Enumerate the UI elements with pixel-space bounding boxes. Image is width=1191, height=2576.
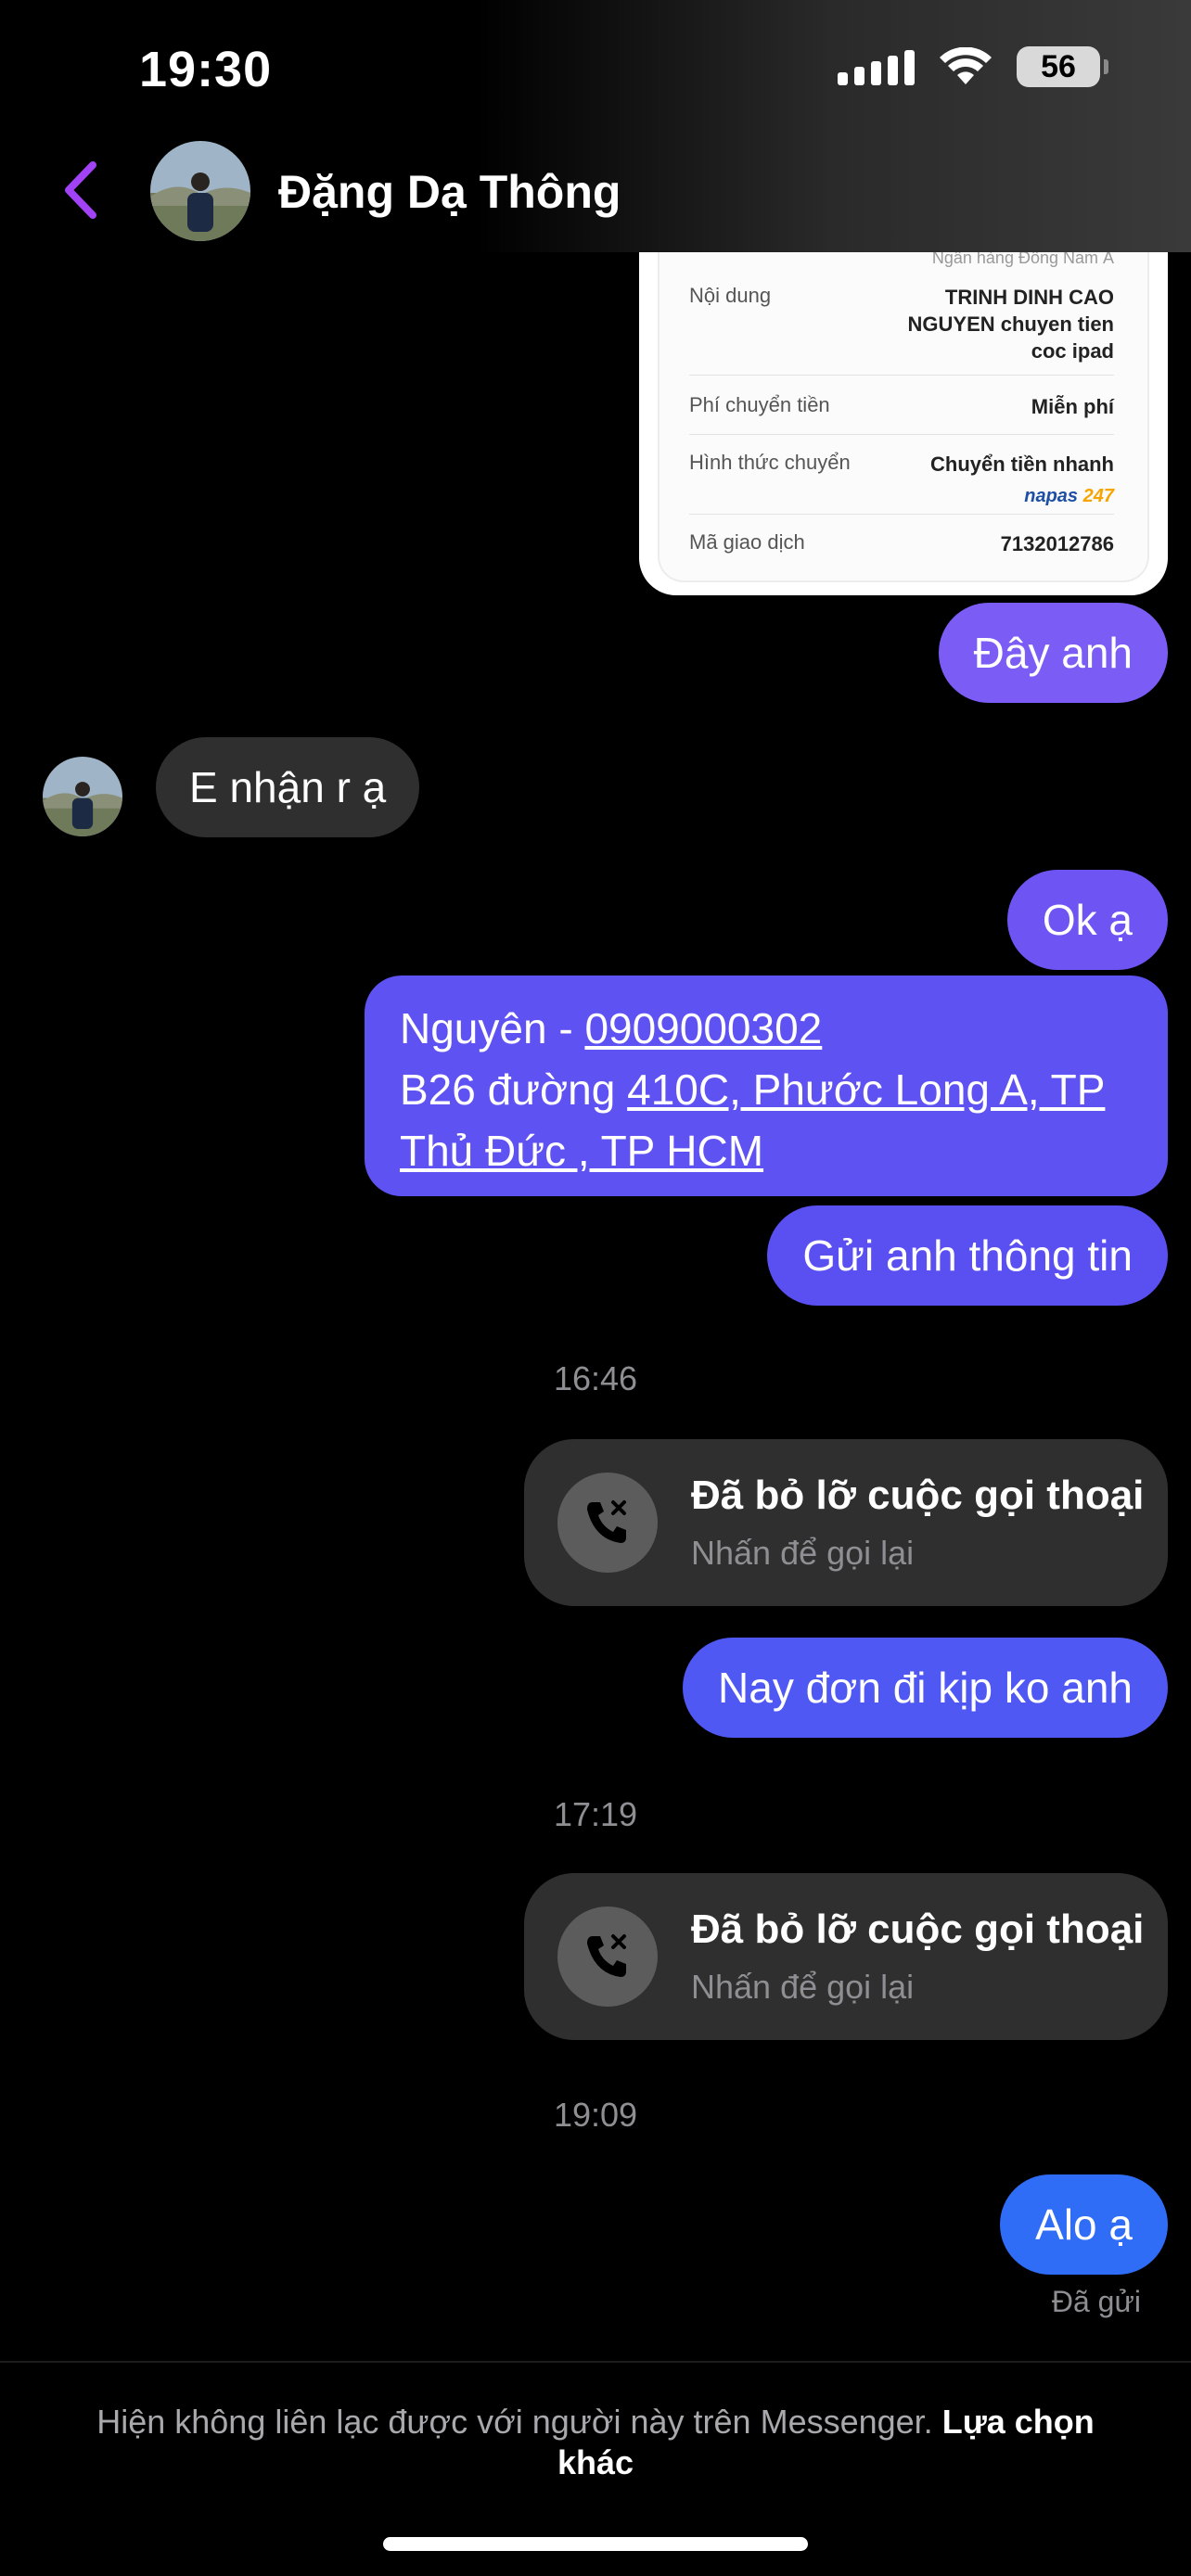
status-time: 19:30 (139, 42, 273, 97)
receipt-row-method: Hình thức chuyển Chuyển tiền nhanh (689, 451, 1114, 476)
chevron-left-icon (65, 161, 96, 219)
receipt-divider (689, 434, 1114, 435)
missed-call-card[interactable]: Đã bỏ lỡ cuộc gọi thoại Nhấn để gọi lại (524, 1873, 1168, 2040)
call-title: Đã bỏ lỡ cuộc gọi thoại (691, 1473, 1145, 1518)
avatar-photo (43, 757, 122, 836)
call-subtitle: Nhấn để gọi lại (691, 1534, 915, 1572)
receipt-card: Ngân hàng Đông Nam Á Nội dung TRINH DINH… (658, 252, 1149, 582)
phone-missed-icon (557, 1906, 658, 2007)
receipt-row-txn: Mã giao dịch 7132012786 (689, 530, 1114, 555)
timestamp: 19:09 (553, 2096, 638, 2134)
napas-logo: napas 247 (1024, 486, 1114, 506)
receipt-divider (689, 375, 1114, 376)
divider (0, 2361, 1191, 2363)
message-incoming[interactable]: E nhận r ạ (156, 737, 420, 837)
receipt-image[interactable]: Ngân hàng Đông Nam Á Nội dung TRINH DINH… (639, 252, 1168, 595)
contact-name[interactable]: Đặng Dạ Thông (278, 165, 621, 219)
message-outgoing-address[interactable]: Nguyên - 0909000302 B26 đường 410C, Phướ… (365, 976, 1168, 1196)
phone-link[interactable]: 0909000302 (584, 1004, 822, 1052)
phone-missed-icon (557, 1473, 658, 1573)
receipt-divider (689, 514, 1114, 515)
status-icons: 56 (838, 46, 1108, 87)
message-outgoing[interactable]: Alo ạ (1000, 2174, 1168, 2275)
call-title: Đã bỏ lỡ cuộc gọi thoại (691, 1906, 1145, 1952)
signal-icon (838, 48, 915, 85)
unavailable-notice: Hiện không liên lạc được với người này t… (96, 2403, 1095, 2481)
sender-avatar[interactable] (43, 757, 122, 836)
call-subtitle: Nhấn để gọi lại (691, 1968, 915, 2006)
missed-call-card[interactable]: Đã bỏ lỡ cuộc gọi thoại Nhấn để gọi lại (524, 1439, 1168, 1606)
address-link[interactable]: 410C, Phước Long A, TP (627, 1065, 1105, 1114)
address-link[interactable]: Thủ Đức , TP HCM (400, 1127, 763, 1175)
message-outgoing[interactable]: Ok ạ (1006, 870, 1168, 970)
wifi-icon (940, 47, 992, 84)
battery-icon: 56 (1017, 46, 1108, 87)
timestamp: 16:46 (553, 1359, 638, 1397)
home-indicator[interactable] (383, 2537, 808, 2551)
message-outgoing[interactable]: Gửi anh thông tin (767, 1205, 1168, 1306)
receipt-row-fee: Phí chuyển tiền Miễn phí (689, 393, 1114, 418)
delivery-status: Đã gửi (1051, 2285, 1141, 2318)
message-outgoing[interactable]: Đây anh (938, 603, 1168, 703)
back-button[interactable] (56, 158, 108, 223)
receipt-row-content: Nội dung TRINH DINH CAO NGUYEN chuyen ti… (689, 284, 1114, 363)
contact-avatar[interactable] (150, 141, 250, 241)
timestamp: 17:19 (553, 1795, 638, 1833)
message-outgoing[interactable]: Nay đơn đi kịp ko anh (683, 1638, 1168, 1738)
receipt-bank: Ngân hàng Đông Nam Á (931, 252, 1114, 267)
avatar-photo (150, 141, 250, 241)
